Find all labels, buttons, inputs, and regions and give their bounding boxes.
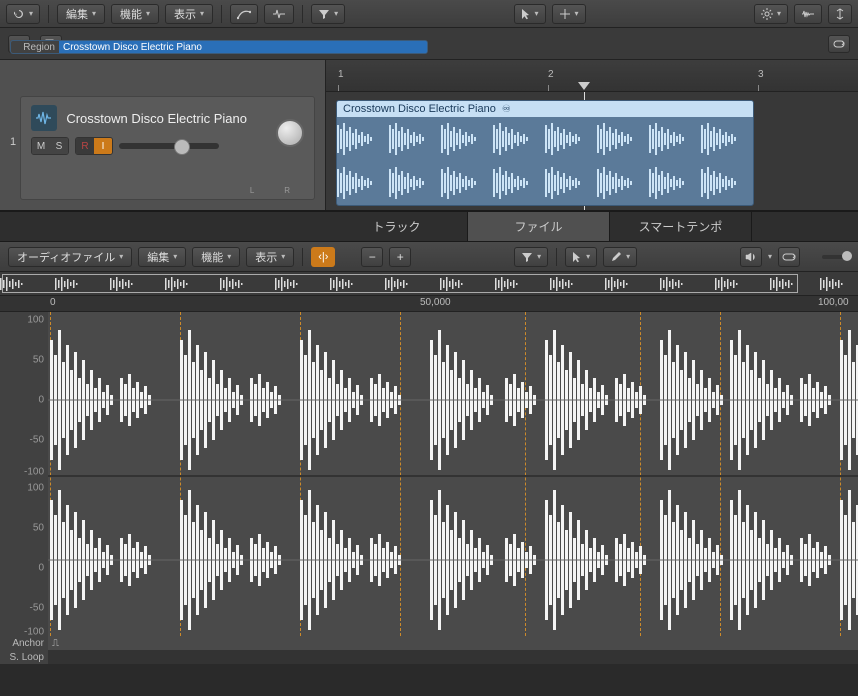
- zoom-in-button[interactable]: +: [389, 247, 411, 267]
- mute-solo-group: M S: [31, 137, 69, 155]
- anchor-label: Anchor: [0, 636, 48, 650]
- preview-volume-slider[interactable]: [822, 255, 850, 259]
- bar-tick-3: 3: [758, 69, 764, 80]
- zoom-out-button[interactable]: −: [361, 247, 383, 267]
- edit-menu[interactable]: 編集▾: [57, 4, 105, 24]
- flex-icon[interactable]: [264, 4, 294, 24]
- region-header: Crosstown Disco Electric Piano ♾: [337, 101, 753, 117]
- sample-ruler[interactable]: 0 50,000 100,00: [0, 296, 858, 312]
- solo-button[interactable]: S: [50, 138, 68, 154]
- waveform-editor[interactable]: 100 50 0 -50 -100 100 50 0 -50 -100: [0, 312, 858, 636]
- info-rows: Anchor ⎍ Region Crosstown Disco Electric…: [0, 636, 858, 664]
- track-type-icon: [31, 105, 57, 131]
- anchor-value[interactable]: ⎍: [48, 636, 858, 650]
- region-value[interactable]: Crosstown Disco Electric Piano: [59, 41, 427, 53]
- tab-file[interactable]: ファイル: [468, 212, 610, 241]
- editor-pencil-tool[interactable]: ▾: [603, 247, 637, 267]
- rec-input-group: R I: [75, 137, 113, 155]
- filter-icon[interactable]: ▾: [311, 4, 345, 24]
- region-label: Region: [11, 41, 59, 53]
- tab-track[interactable]: トラック: [326, 212, 468, 241]
- global-loop-button[interactable]: [828, 35, 850, 53]
- region-waveform: [337, 117, 754, 206]
- editor-view-menu[interactable]: 表示▾: [246, 247, 294, 267]
- playhead-marker[interactable]: [578, 82, 590, 90]
- sloop-value[interactable]: [48, 650, 858, 664]
- track-name: Crosstown Disco Electric Piano: [66, 111, 247, 126]
- track-number: 1: [6, 96, 20, 200]
- editor-tabs: トラック ファイル スマートテンポ: [0, 212, 858, 242]
- transient-edit-button[interactable]: ‹|›: [311, 247, 335, 267]
- overview-selection[interactable]: [2, 274, 798, 293]
- anchor-row: Anchor ⎍: [0, 636, 858, 650]
- view-menu[interactable]: 表示▾: [165, 4, 213, 24]
- cycle-preview-button[interactable]: [778, 247, 800, 267]
- track-header-panel: 1 Crosstown Disco Electric Piano M S R I…: [0, 60, 326, 210]
- sample-tick-mid: 50,000: [420, 297, 451, 308]
- waveform-zoom-icon[interactable]: [794, 4, 822, 24]
- editor-pointer-tool[interactable]: ▾: [565, 247, 597, 267]
- undo-history-button[interactable]: ▾: [6, 4, 40, 24]
- pointer-tool[interactable]: ▾: [514, 4, 546, 24]
- sample-tick-end: 100,00: [818, 297, 849, 308]
- editor-filter-icon[interactable]: ▾: [514, 247, 548, 267]
- audio-region[interactable]: Crosstown Disco Electric Piano ♾: [336, 100, 754, 206]
- mute-button[interactable]: M: [32, 138, 50, 154]
- editor-waveform: [0, 312, 858, 636]
- arrange-lane[interactable]: 1 2 3 Crosstown Disco Electric Piano ♾: [326, 60, 858, 210]
- gear-icon[interactable]: ▾: [754, 4, 788, 24]
- top-toolbar: ▾ 編集▾ 機能▾ 表示▾ ▾ ▾ ▾ ▾: [0, 0, 858, 28]
- pan-knob[interactable]: [276, 119, 304, 147]
- loop-icon: ♾: [502, 104, 511, 115]
- overview-strip[interactable]: [0, 272, 858, 296]
- record-enable-button[interactable]: R: [76, 138, 94, 154]
- region-row: Region Crosstown Disco Electric Piano: [10, 40, 428, 54]
- bar-ruler[interactable]: 1 2 3: [326, 60, 858, 92]
- sample-tick-0: 0: [50, 297, 56, 308]
- region-name: Crosstown Disco Electric Piano: [343, 103, 496, 115]
- track-strip[interactable]: Crosstown Disco Electric Piano M S R I L…: [20, 96, 315, 200]
- sloop-label: S. Loop: [0, 650, 48, 664]
- preview-speaker-button[interactable]: [740, 247, 762, 267]
- bar-tick-2: 2: [548, 69, 554, 80]
- arrange-area: 1 Crosstown Disco Electric Piano M S R I…: [0, 60, 858, 212]
- functions-menu[interactable]: 機能▾: [111, 4, 159, 24]
- automation-curve-icon[interactable]: [230, 4, 258, 24]
- editor-func-menu[interactable]: 機能▾: [192, 247, 240, 267]
- vertical-fit-icon[interactable]: [828, 4, 852, 24]
- pan-lr-label: L R: [250, 186, 304, 195]
- volume-slider[interactable]: [119, 143, 219, 149]
- input-monitor-button[interactable]: I: [94, 138, 112, 154]
- audiofile-menu[interactable]: オーディオファイル▾: [8, 247, 132, 267]
- bar-tick-1: 1: [338, 69, 344, 80]
- sloop-row: S. Loop: [0, 650, 858, 664]
- tab-smart-tempo[interactable]: スマートテンポ: [610, 212, 752, 241]
- marquee-tool[interactable]: ▾: [552, 4, 586, 24]
- editor-edit-menu[interactable]: 編集▾: [138, 247, 186, 267]
- editor-toolbar: オーディオファイル▾ 編集▾ 機能▾ 表示▾ ‹|› − + ▾ ▾ ▾ ▾: [0, 242, 858, 272]
